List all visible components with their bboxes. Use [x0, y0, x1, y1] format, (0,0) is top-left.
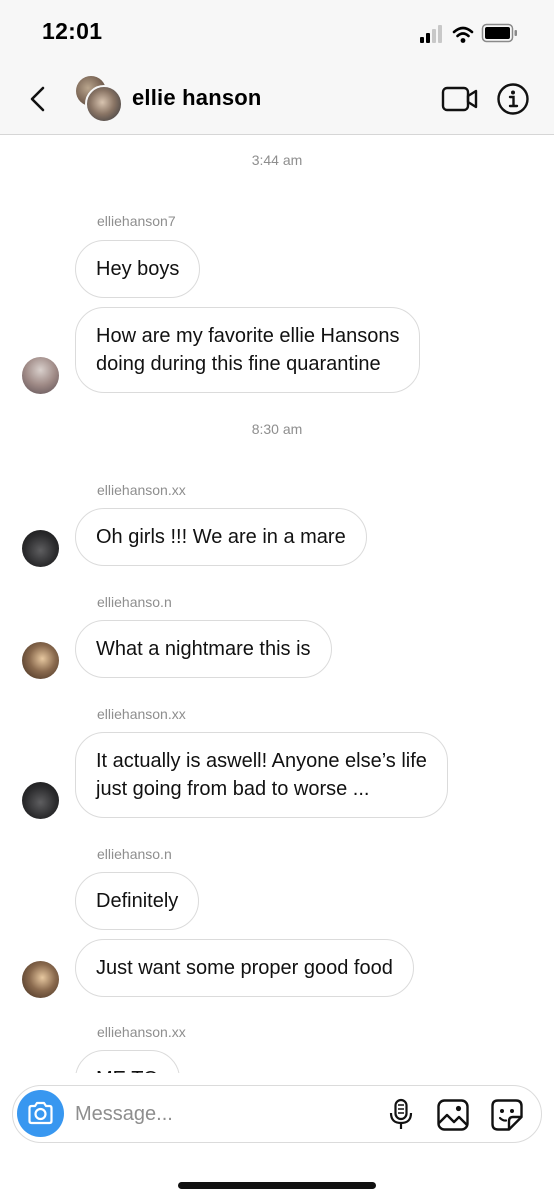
gallery-button[interactable] [436, 1098, 470, 1132]
timestamp: 8:30 am [251, 421, 303, 437]
sticker-icon [491, 1099, 523, 1131]
sender-username: elliehanson.xx [97, 1024, 186, 1040]
video-camera-icon [441, 86, 478, 112]
status-time: 12:01 [42, 18, 103, 44]
message-bubble[interactable]: Just want some proper good food [75, 939, 414, 997]
wifi-icon [452, 26, 474, 43]
sender-avatar[interactable] [22, 961, 59, 998]
sender-username: elliehanson.xx [97, 482, 186, 498]
sender-avatar[interactable] [22, 357, 59, 394]
sender-avatar[interactable] [22, 782, 59, 819]
microphone-icon [389, 1098, 413, 1129]
composer-area [0, 1073, 554, 1200]
battery-icon [481, 23, 517, 43]
info-icon [497, 83, 529, 115]
message-bubble[interactable]: What a nightmare this is [75, 620, 332, 678]
sender-username: elliehanso.n [97, 594, 172, 610]
status-bar: 12:01 [0, 0, 554, 64]
gallery-icon [437, 1099, 469, 1131]
sender-username: elliehanso.n [97, 846, 172, 862]
sender-avatar[interactable] [22, 530, 59, 567]
message-bubble[interactable]: Definitely [75, 872, 200, 930]
camera-button[interactable] [17, 1090, 64, 1137]
message-bubble[interactable]: How are my favorite ellie Hansons doing … [75, 307, 421, 393]
sender-username: elliehanson.xx [97, 706, 186, 722]
timestamp: 3:44 am [251, 152, 303, 168]
chevron-left-icon [30, 86, 45, 112]
back-button[interactable] [24, 84, 54, 114]
message-bubble[interactable]: Oh girls !!! We are in a mare [75, 508, 367, 566]
message-thread[interactable]: 3:44 am elliehanson7 Hey boys How are my… [0, 135, 554, 1073]
camera-icon [28, 1101, 53, 1125]
message-bubble[interactable]: ME TO [75, 1050, 180, 1073]
avatar [85, 85, 123, 123]
sender-username: elliehanson7 [97, 213, 176, 229]
sticker-button[interactable] [490, 1098, 524, 1132]
chat-header: ellie hanson [0, 64, 554, 135]
message-input[interactable] [75, 1100, 375, 1128]
message-bubble[interactable]: Hey boys [75, 240, 201, 298]
group-avatar[interactable] [76, 76, 123, 123]
message-bubble[interactable]: It actually is aswell! Anyone else’s lif… [75, 732, 448, 818]
info-button[interactable] [496, 82, 530, 116]
video-call-button[interactable] [441, 84, 479, 114]
home-indicator [178, 1182, 376, 1189]
status-icons [420, 22, 530, 46]
voice-message-button[interactable] [388, 1098, 414, 1132]
sender-avatar[interactable] [22, 642, 59, 679]
contact-name[interactable]: ellie hanson [132, 85, 262, 111]
message-composer [12, 1085, 542, 1143]
cellular-signal-icon [420, 25, 442, 43]
